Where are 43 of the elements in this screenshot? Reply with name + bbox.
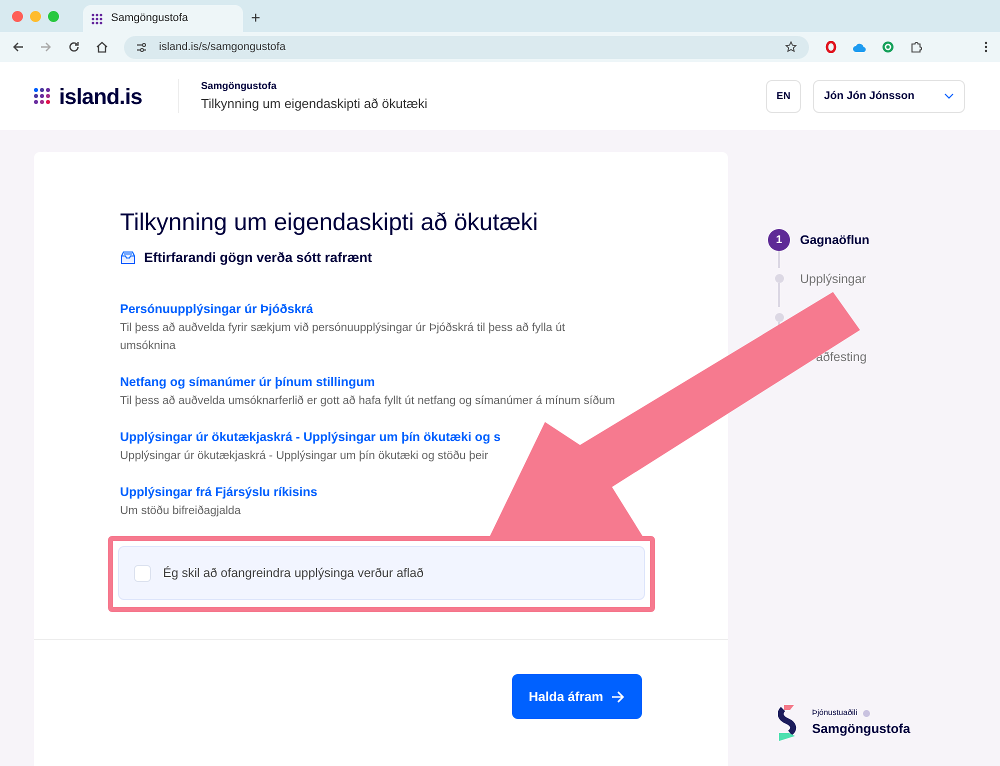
- menu-icon[interactable]: [984, 41, 988, 53]
- logo-text: island.is: [59, 82, 142, 110]
- data-source-description: Til þess að auðvelda fyrir sækjum við persónuupplýsingar úr Þjóðskrá til þess að fylla út umsóknina: [120, 321, 566, 354]
- extension-icon[interactable]: [882, 41, 894, 53]
- form-title: Tilkynning um eigendaskipti að ökutæki: [120, 208, 539, 238]
- arrow-right-icon: [611, 690, 626, 703]
- user-menu-button[interactable]: Jón Jón Jónsson: [813, 80, 965, 112]
- step-label: Gagnaöflun: [800, 232, 870, 249]
- cloud-icon[interactable]: [853, 42, 866, 52]
- grid-logo-icon: [91, 12, 103, 24]
- data-source-title: Upplýsingar úr ökutækjaskrá - Upplýsingar um þín ökutæki og s: [120, 429, 502, 446]
- reload-icon[interactable]: [68, 41, 80, 53]
- step-indicator: 1: [768, 229, 790, 251]
- step-label: aðfesting: [816, 349, 867, 366]
- organization-name: Samgöngustofa: [201, 80, 278, 94]
- continue-button[interactable]: Halda áfram: [512, 674, 642, 720]
- extension-icon[interactable]: [825, 41, 837, 53]
- section-subtitle: Eftirfarandi gögn verða sótt rafrænt: [144, 249, 372, 267]
- provider-label: Þjónustuaðili: [812, 707, 858, 720]
- puzzle-icon[interactable]: [910, 41, 922, 53]
- window-control-icon[interactable]: [12, 10, 23, 22]
- provider-name: Samgöngustofa: [812, 720, 910, 738]
- chevron-down-icon: [944, 93, 954, 99]
- consent-checkbox[interactable]: Ég skil að ofangreindra upplýsinga verður aflað: [118, 546, 645, 600]
- home-icon[interactable]: [96, 41, 108, 53]
- address-bar[interactable]: island.is/s/samgongustofa: [124, 36, 809, 58]
- back-icon[interactable]: [12, 41, 24, 53]
- new-tab-button[interactable]: +: [251, 5, 260, 32]
- data-source-description: Til þess að auðvelda umsóknarferlið er gott að hafa fyllt út netfang og símanúmer á mínum síðum: [120, 394, 616, 410]
- data-source-title: Upplýsingar frá Fjársýslu ríkisins: [120, 484, 318, 502]
- application-title: Tilkynning um eigendaskipti að ökutæki: [201, 94, 428, 113]
- inbox-icon: [120, 251, 136, 266]
- data-source-description: Upplýsingar úr ökutækjaskrá - Upplýsingar um þín ökutæki og stöðu þeir: [120, 449, 490, 464]
- data-source-description: Um stöðu bifreiðagjalda: [120, 504, 242, 520]
- star-icon[interactable]: [785, 41, 797, 53]
- site-settings-icon[interactable]: [136, 42, 147, 52]
- data-source-title: Persónuupplýsingar úr Þjóðskrá: [120, 301, 314, 318]
- language-button[interactable]: EN: [766, 80, 801, 112]
- checkbox[interactable]: [134, 564, 151, 582]
- grid-logo-icon: [33, 87, 51, 105]
- data-source-title: Netfang og símanúmer úr þínum stillingum: [120, 374, 376, 392]
- step-label: Upplýsingar: [800, 271, 866, 288]
- browser-tab[interactable]: Samgöngustofa: [83, 5, 243, 32]
